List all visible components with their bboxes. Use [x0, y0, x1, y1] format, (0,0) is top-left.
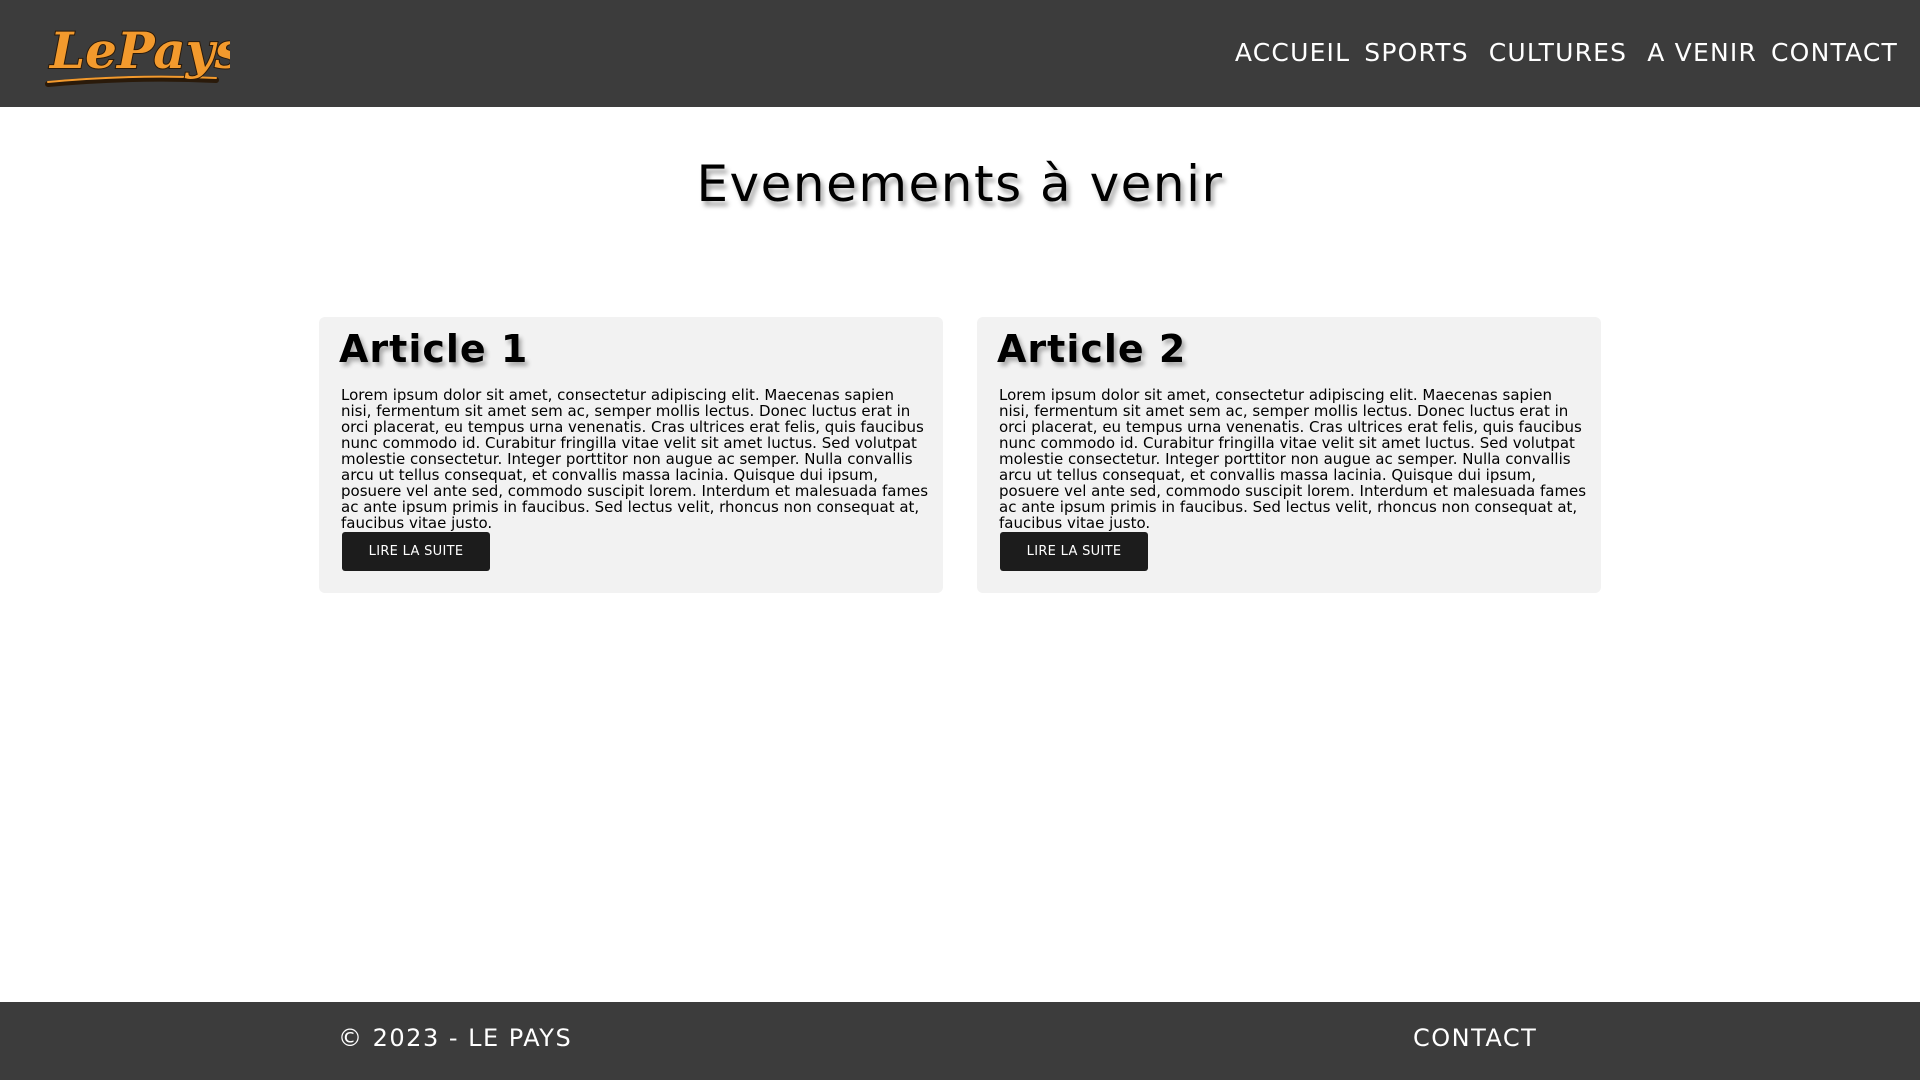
- article-card: Article 2 Lorem ipsum dolor sit amet, co…: [977, 317, 1601, 593]
- page: LePays ACCUEIL SPORTS CULTURES A VENIR C…: [0, 0, 1920, 1080]
- read-more-button[interactable]: LIRE LA SUITE: [342, 532, 490, 571]
- nav-contact[interactable]: CONTACT: [1771, 35, 1898, 71]
- nav-a-venir[interactable]: A VENIR: [1647, 35, 1757, 71]
- logo-image: LePays: [45, 20, 230, 87]
- article-title: Article 1: [339, 327, 529, 371]
- footer-copyright: © 2023 - LE PAYS: [338, 1024, 573, 1052]
- nav-accueil[interactable]: ACCUEIL: [1235, 35, 1350, 71]
- main-nav: ACCUEIL SPORTS CULTURES A VENIR CONTACT: [1215, 35, 1898, 71]
- site-logo[interactable]: LePays: [40, 10, 230, 94]
- article-body: Lorem ipsum dolor sit amet, consectetur …: [999, 386, 1587, 532]
- article-title: Article 2: [997, 327, 1187, 371]
- nav-sports[interactable]: SPORTS: [1364, 35, 1469, 71]
- nav-cultures[interactable]: CULTURES: [1489, 35, 1627, 71]
- logo-text: LePays: [48, 21, 230, 80]
- site-header: LePays ACCUEIL SPORTS CULTURES A VENIR C…: [0, 0, 1920, 107]
- article-body: Lorem ipsum dolor sit amet, consectetur …: [341, 386, 929, 532]
- site-footer: © 2023 - LE PAYS CONTACT: [0, 1002, 1920, 1080]
- footer-contact-link[interactable]: CONTACT: [1413, 1024, 1537, 1052]
- read-more-button[interactable]: LIRE LA SUITE: [1000, 532, 1148, 571]
- article-card: Article 1 Lorem ipsum dolor sit amet, co…: [319, 317, 943, 593]
- page-title: Evenements à venir: [696, 155, 1224, 213]
